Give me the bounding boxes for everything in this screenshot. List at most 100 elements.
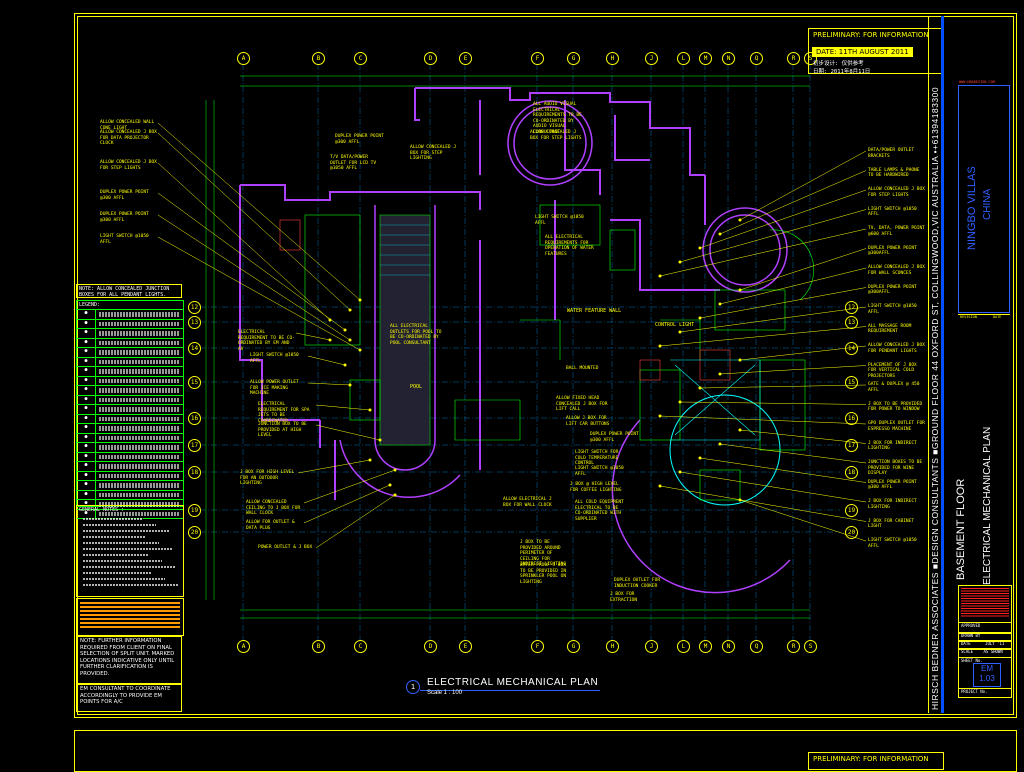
general-note-line [83, 584, 178, 586]
website-label: WWW.HBADESIGN.COM [959, 80, 995, 84]
general-notes-panel: GENERAL NOTES : [76, 505, 184, 597]
project-name: NINGBO VILLAS [966, 166, 978, 250]
legend-panel: LEGEND: ● ● ● ● ● ● ● ● ● ● ● ● ● ● ● ● ● ● ● ● ● ● [76, 300, 184, 519]
grid-bubble-20: 20 [188, 526, 201, 539]
sheet-no-box: SHEET No. EM 1.03 [958, 657, 1012, 689]
right-callout-6: ALLOW CONCEALED J BOX FOR WALL SCONCES [868, 265, 925, 276]
grid-bubble-J: J [645, 640, 658, 653]
revision-row: REVISION DATE [958, 314, 1010, 323]
left-callout-14: POWER OUTLET & J BOX [258, 545, 313, 550]
grid-bubble-D: D [424, 640, 437, 653]
right-callout-12: GATE & DUPLEX @ 450 AFFL [868, 382, 920, 393]
legend-title: LEGEND: [77, 301, 183, 310]
grid-bubble-20: 20 [845, 526, 858, 539]
grid-bubble-Q: Q [750, 640, 763, 653]
spec-red-block [958, 585, 1012, 623]
legend-row: ● [77, 462, 183, 472]
project-no-row: PROJECT No. [958, 688, 1012, 698]
grid-bubble-16: 16 [845, 412, 858, 425]
note1-text: NOTE: ALLOW CONCEALED JUNCTION BOXES FOR… [79, 286, 170, 298]
left-callout-1: ALLOW CONCEALED J BOX FOR DATA PROJECTOR… [100, 130, 157, 146]
grid-bubble-B: B [312, 640, 325, 653]
right-callout-19: J BOX FOR CABINET LIGHT [868, 518, 915, 530]
grid-bubble-12: 12 [845, 301, 858, 314]
center-callout-2: T/V DATA/POWER OUTLET FOR LCD TV @1050 A… [330, 155, 377, 171]
grid-bubble-18: 18 [845, 466, 858, 479]
center-callout-20: J BOX FOR EXTRACTION [610, 592, 638, 603]
center-callout-18: WATER PROOF J BOX TO BE PROVIDED IN SPRI… [520, 563, 567, 585]
preliminary-box-bottom: PRELIMINARY: FOR INFORMATION [808, 752, 944, 770]
center-callout-9: ALLOW FIXED HEAD CONCEALED J BOX FOR LIF… [556, 396, 608, 412]
right-callout-15: J BOX FOR INDIRECT LIGHTING [868, 440, 917, 452]
project-location: CHINA [982, 188, 993, 220]
general-note-line [83, 542, 159, 544]
grid-bubble-D: D [424, 52, 437, 65]
legend-row: ● [77, 405, 183, 415]
left-callout-4: DUPLEX POWER POINT @300 AFFL [100, 212, 149, 223]
legend-row: ● [77, 357, 183, 367]
right-callout-0: DATA/POWER OUTLET BRACKETS [868, 148, 915, 159]
grid-bubble-13: 13 [845, 316, 858, 329]
general-note-line [83, 524, 156, 526]
general-note-line [83, 530, 169, 532]
right-callout-3: LIGHT SWITCH @1050 AFFL [868, 206, 917, 218]
general-notes-lines [77, 518, 183, 586]
orange-notes-text [80, 602, 180, 630]
right-callout-20: LIGHT SWITCH @1050 AFFL [868, 538, 917, 549]
preliminary-chinese1: 初步设计: 仅供参考 [813, 61, 864, 67]
preliminary-label: PRELIMINARY: FOR INFORMATION [813, 31, 929, 39]
left-callout-3: DUPLEX POWER POINT @300 AFFL [100, 190, 149, 201]
legend-row: ● [77, 386, 183, 396]
legend-row: ● [77, 367, 183, 377]
preliminary-box: PRELIMINARY: FOR INFORMATION DATE: 11TH … [808, 28, 944, 75]
approved-label: APPROVED [961, 623, 981, 628]
grid-bubble-Q: Q [750, 52, 763, 65]
right-callout-10: ALLOW CONCEALED J BOX FOR PENDANT LIGHTS [868, 343, 925, 354]
center-callout-12: LIGHT SWITCH FOR COLD TEMPERATURE CONTRO… [575, 450, 619, 466]
grid-bubble-E: E [459, 640, 472, 653]
drawing-subtitle: ELECTRICAL MECHANICAL PLAN [982, 426, 993, 585]
general-note-line [83, 554, 149, 556]
grid-bubble-J: J [645, 52, 658, 65]
grid-bubble-19: 19 [845, 504, 858, 517]
center-callout-8: BALL MOUNTED [566, 366, 599, 371]
revision-label: REVISION [960, 315, 977, 319]
plan-scale: Scale 1 : 100 [427, 690, 463, 696]
project-no-label: PROJECT No. [961, 689, 988, 694]
legend-row: ● [77, 414, 183, 424]
grid-bubble-16: 16 [188, 412, 201, 425]
legend-row: ● [77, 310, 183, 320]
center-callout-7: ALL ELECTRICAL OUTLETS FOR POOL TO BE CO… [390, 324, 442, 346]
plan-number-bubble: 1 [406, 680, 420, 694]
left-callout-8: ALLOW POWER OUTLET FOR ICE MAKING MACHIN… [250, 380, 299, 396]
legend-row: ● [77, 338, 183, 348]
preliminary-chinese2: 日期: 2011年8月11日 [813, 69, 871, 75]
right-callout-16: JUNCTION BOXES TO BE PROVIDED FOR WINE D… [868, 460, 923, 476]
grid-bubble-F: F [531, 52, 544, 65]
water-feature-label: WATER FEATURE WALL [567, 308, 622, 314]
preliminary-date: DATE: 11TH AUGUST 2011 [812, 47, 913, 57]
grid-bubble-N: N [722, 640, 735, 653]
firm-name: HIRSCH BEDNER ASSOCIATES ■DESIGN CONSULT… [930, 86, 940, 710]
legend-row: ● [77, 376, 183, 386]
center-callout-4: ALLOW CONCEALED J BOX FOR STEP LIGHTS [530, 130, 582, 141]
center-callout-16: ALL COLD EQUIPMENT ELECTRICAL TO BE CO-O… [575, 500, 624, 522]
center-callout-15: ALLOW ELECTRICAL J BOX FOR WALL CLOCK [503, 497, 552, 508]
legend-row: ● [77, 433, 183, 443]
right-callout-7: DUPLEX POWER POINT @300AFFL [868, 284, 917, 296]
left-callout-9: ELECTRICAL REQUIREMENT FOR SPA JETS TO B… [258, 402, 310, 424]
right-callout-4: TV, DATA, POWER POINT @600 AFFL [868, 226, 925, 237]
sheet-no-prefix: EM [981, 664, 993, 673]
grid-bubble-F: F [531, 640, 544, 653]
note3-box: EM CONSULTANT TO COORDINATE ACCORDINGLY … [76, 684, 182, 712]
grid-bubble-17: 17 [188, 439, 201, 452]
note2-box: NOTE: FURTHER INFORMATION REQUIRED FROM … [76, 636, 182, 684]
right-callout-14: GPO DUPLEX OUTLET FOR ESPRESSO MACHINE [868, 421, 925, 432]
grid-bubble-A: A [237, 52, 250, 65]
grid-bubble-12: 12 [188, 301, 201, 314]
left-callout-6: ELECTRICAL REQUIREMENT TO BE CO-ORDINATE… [238, 330, 295, 352]
grid-bubble-L: L [677, 52, 690, 65]
general-note-line [83, 518, 143, 520]
general-note-line [83, 566, 175, 568]
legend-row: ● [77, 481, 183, 491]
